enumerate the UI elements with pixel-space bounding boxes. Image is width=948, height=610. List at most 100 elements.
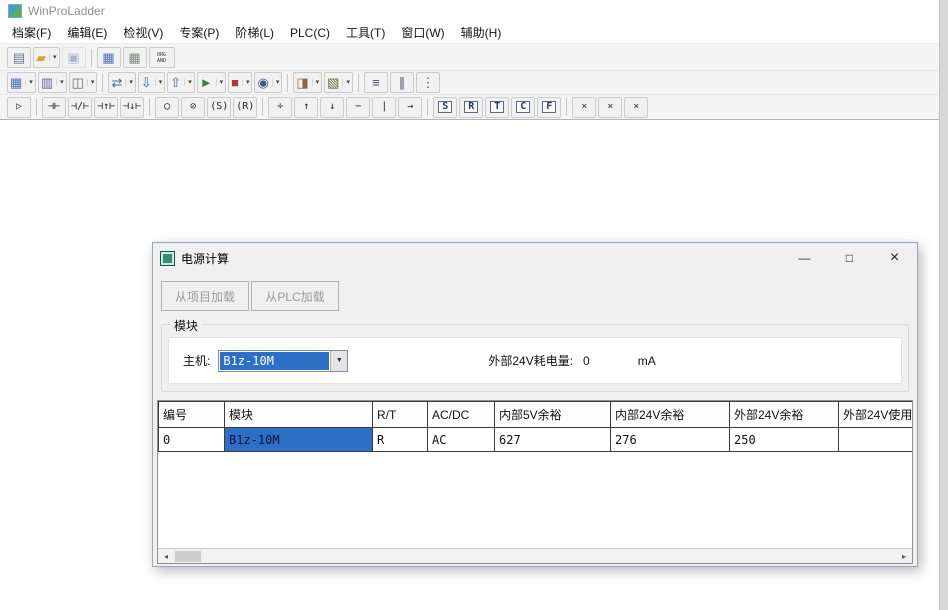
menu-item[interactable]: 辅助(H)	[453, 21, 510, 44]
dropdown-arrow-icon[interactable]: ▾	[155, 79, 163, 86]
load-from-plc-button[interactable]: 从PLC加载	[251, 281, 339, 311]
table-header-cell[interactable]: 模块	[225, 402, 373, 428]
contact-falling-icon[interactable]: ⊣↓⊢	[120, 97, 144, 118]
maximize-button[interactable]: □	[827, 243, 872, 273]
watch-window-icon[interactable]: ▥▾	[38, 72, 67, 93]
falling-pulse-icon[interactable]: ↓	[320, 97, 344, 118]
open-file-icon[interactable]: ▰▾	[33, 47, 60, 68]
run-plc-icon[interactable]: ►▾	[197, 72, 226, 93]
io-status-icon[interactable]: ◫▾	[69, 72, 98, 93]
table-cell[interactable]: R	[373, 428, 428, 452]
edit-tools-icon[interactable]: ◨▾	[293, 72, 322, 93]
table-cell[interactable]: 0	[159, 428, 225, 452]
table-cell[interactable]	[839, 428, 913, 452]
scrollbar-thumb[interactable]	[175, 551, 201, 562]
status-monitor-icon[interactable]: ▦▾	[7, 72, 36, 93]
menu-item[interactable]: 编辑(E)	[59, 21, 115, 44]
scroll-left-icon[interactable]: ◂	[158, 549, 174, 564]
menu-item[interactable]: 检视(V)	[115, 21, 171, 44]
vertical-wire-icon[interactable]: ∣	[372, 97, 396, 118]
rising-pulse-icon[interactable]: ↑	[294, 97, 318, 118]
contact-no-icon[interactable]: ⊣⊢	[42, 97, 66, 118]
table-header-cell[interactable]: 外部24V余裕	[730, 402, 839, 428]
external-24v-unit: mA	[638, 354, 656, 368]
host-combobox[interactable]: B1z-10M ▼	[218, 350, 348, 372]
online-connect-icon[interactable]: ⇄▾	[108, 72, 135, 93]
minimize-button[interactable]: —	[782, 243, 827, 273]
menu-item[interactable]: 阶梯(L)	[227, 21, 282, 44]
dropdown-arrow-icon[interactable]: ▾	[125, 79, 133, 86]
new-file-icon[interactable]: ▤	[7, 47, 31, 68]
stop-plc-icon[interactable]: ■▾	[228, 72, 252, 93]
power-calc-dialog: 电源计算 — □ × 从项目加载 从PLC加载 模块 主机: B1z-10M ▼	[152, 242, 918, 567]
dropdown-arrow-icon[interactable]: ▾	[184, 79, 192, 86]
chevron-down-icon[interactable]: ▼	[330, 351, 347, 371]
dropdown-arrow-icon[interactable]: ▾	[56, 79, 64, 86]
dropdown-arrow-icon[interactable]: ▾	[342, 79, 350, 86]
table-header-cell[interactable]: 外部24V使用	[839, 402, 913, 428]
menu-item[interactable]: 档案(F)	[4, 21, 59, 44]
timer-instruction-icon[interactable]: T	[485, 97, 509, 118]
table-cell[interactable]: 276	[611, 428, 730, 452]
contact-nc-icon[interactable]: ⊣/⊢	[68, 97, 92, 118]
table-header-cell[interactable]: R/T	[373, 402, 428, 428]
menubar: 档案(F)编辑(E)检视(V)专案(P)阶梯(L)PLC(C)工具(T)窗口(W…	[0, 22, 948, 44]
dropdown-arrow-icon[interactable]: ▾	[242, 79, 250, 86]
dropdown-arrow-icon[interactable]: ▾	[216, 79, 224, 86]
table-header-cell[interactable]: 内部24V余裕	[611, 402, 730, 428]
table-header-cell[interactable]: AC/DC	[428, 402, 495, 428]
delete-element-icon[interactable]: ×	[572, 97, 596, 118]
module-group-body: 主机: B1z-10M ▼ 外部24V耗电量: 0 mA	[168, 337, 902, 384]
menu-item[interactable]: PLC(C)	[282, 23, 338, 43]
reset-instruction-icon[interactable]: R	[459, 97, 483, 118]
table-header-cell[interactable]: 编号	[159, 402, 225, 428]
toolbar-separator	[149, 98, 150, 116]
menu-item[interactable]: 窗口(W)	[393, 21, 452, 44]
dropdown-arrow-icon[interactable]: ▾	[49, 54, 57, 61]
counter-instruction-icon[interactable]: C	[511, 97, 535, 118]
dropdown-arrow-icon[interactable]: ▾	[312, 79, 320, 86]
close-button[interactable]: ×	[872, 243, 917, 273]
horizontal-wire-icon[interactable]: −	[346, 97, 370, 118]
coil-set-icon[interactable]: (S)	[207, 97, 231, 118]
table-cell[interactable]: AC	[428, 428, 495, 452]
invert-element-icon[interactable]: ÷	[268, 97, 292, 118]
monitor-mode-icon[interactable]: ◉▾	[254, 72, 282, 93]
coil-out-icon[interactable]: ◯	[155, 97, 179, 118]
dropdown-arrow-icon[interactable]: ▾	[87, 79, 95, 86]
horizontal-scrollbar[interactable]: ◂ ▸	[158, 548, 912, 563]
select-pointer-icon[interactable]: ▷	[7, 97, 31, 118]
module-table-viewport: 编号模块R/TAC/DC内部5V余裕内部24V余裕外部24V余裕外部24V使用0…	[158, 401, 912, 548]
download-program-icon[interactable]: ⇩▾	[138, 72, 165, 93]
load-from-project-button[interactable]: 从项目加载	[161, 281, 249, 311]
set-instruction-icon[interactable]: S	[433, 97, 457, 118]
delete-column-icon[interactable]: ×	[624, 97, 648, 118]
align-rows-icon[interactable]: ≡	[364, 72, 388, 93]
dialog-titlebar[interactable]: 电源计算 — □ ×	[153, 243, 917, 273]
org-and-icon[interactable]: ORG AND	[149, 47, 175, 68]
scroll-right-icon[interactable]: ▸	[896, 549, 912, 564]
menu-item[interactable]: 工具(T)	[338, 21, 393, 44]
coil-reset-icon[interactable]: (R)	[233, 97, 257, 118]
contact-rising-icon[interactable]: ⊣↑⊢	[94, 97, 118, 118]
align-columns-icon[interactable]: ∥	[390, 72, 414, 93]
power-calc-icon[interactable]: ▧▾	[324, 72, 353, 93]
table-header-cell[interactable]: 内部5V余裕	[495, 402, 611, 428]
ladder-view-icon[interactable]: ▦	[97, 47, 121, 68]
table-cell[interactable]: 250	[730, 428, 839, 452]
upload-program-icon[interactable]: ⇧▾	[167, 72, 194, 93]
delete-row-icon[interactable]: ×	[598, 97, 622, 118]
dropdown-arrow-icon[interactable]: ▾	[25, 79, 33, 86]
table-cell[interactable]: B1z-10M	[225, 428, 373, 452]
menu-item[interactable]: 专案(P)	[171, 21, 227, 44]
snap-grid-icon[interactable]: ⋮	[416, 72, 440, 93]
app-titlebar[interactable]: WinProLadder	[0, 0, 948, 22]
table-cell[interactable]: 627	[495, 428, 611, 452]
table-row[interactable]: 0B1z-10MRAC627276250	[159, 428, 913, 452]
dropdown-arrow-icon[interactable]: ▾	[272, 79, 280, 86]
coil-not-icon[interactable]: ⊘	[181, 97, 205, 118]
grid-view-icon[interactable]: ▦	[123, 47, 147, 68]
function-instruction-icon[interactable]: F	[537, 97, 561, 118]
wire-right-icon[interactable]: →	[398, 97, 422, 118]
save-icon[interactable]: ▣	[62, 47, 86, 68]
